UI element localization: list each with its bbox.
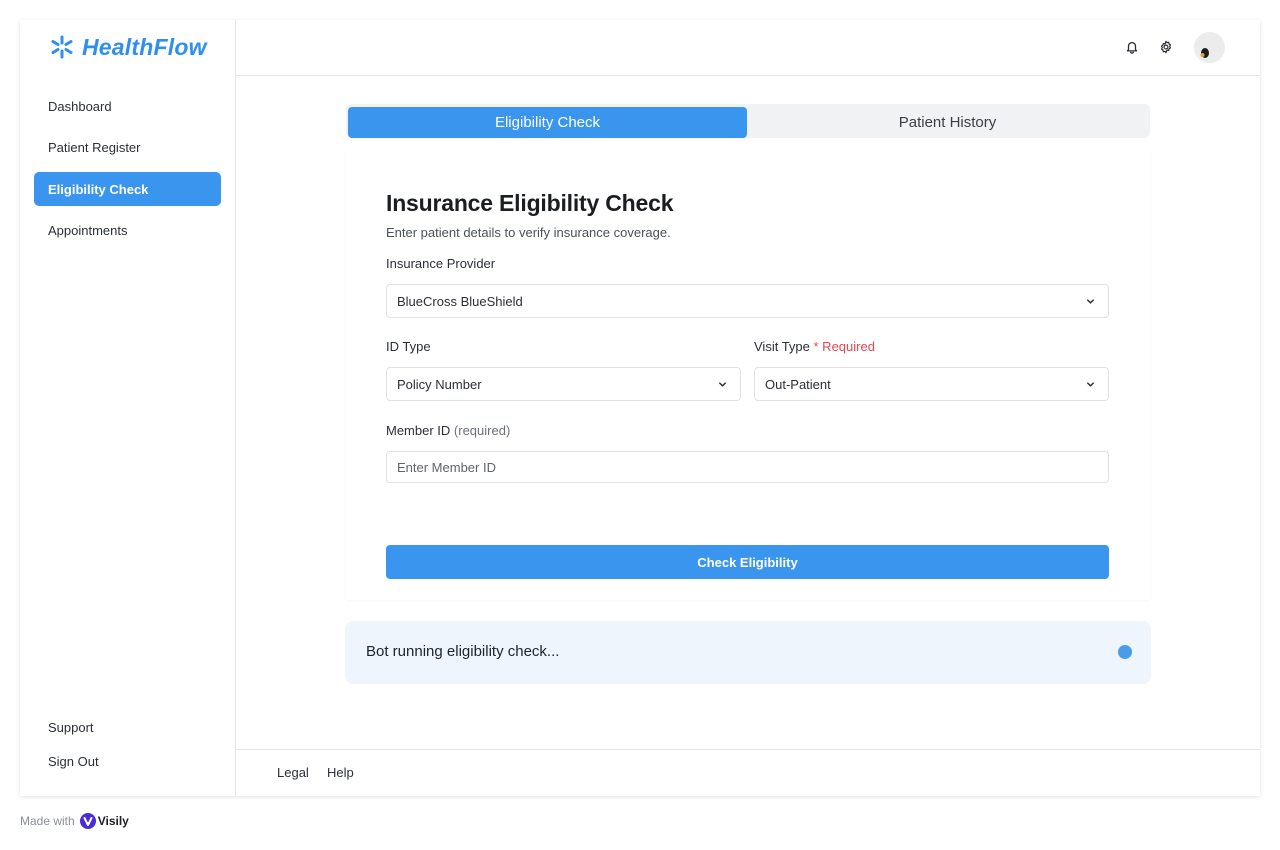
- insurance-provider-label: Insurance Provider: [386, 256, 496, 271]
- id-type-label: ID Type: [386, 339, 431, 354]
- made-with-badge[interactable]: Made with Visily: [20, 813, 129, 829]
- sign-out-link[interactable]: Sign Out: [48, 754, 99, 772]
- healthflow-logo-icon: [51, 35, 73, 59]
- visit-type-label-text: Visit Type: [754, 339, 810, 354]
- sidebar-nav: Dashboard Patient Register Eligibility C…: [34, 89, 221, 255]
- chevron-down-icon: [1087, 299, 1094, 304]
- app-window: HealthFlow Dashboard Patient Register El…: [20, 20, 1260, 796]
- visit-type-label: Visit Type * Required: [754, 339, 875, 354]
- made-with-text: Made with: [20, 814, 75, 828]
- tab-patient-history[interactable]: Patient History: [748, 107, 1147, 138]
- id-type-select[interactable]: Policy Number: [386, 367, 741, 401]
- bot-status-banner: Bot running eligibility check...: [345, 621, 1151, 684]
- member-id-label: Member ID (required): [386, 423, 510, 438]
- help-link[interactable]: Help: [327, 765, 354, 780]
- page-title: Insurance Eligibility Check: [386, 190, 674, 216]
- member-id-input[interactable]: [386, 451, 1109, 483]
- footer: Legal Help: [236, 749, 1260, 796]
- required-indicator: * Required: [813, 339, 875, 354]
- chevron-down-icon: [1087, 382, 1094, 387]
- sidebar-item-patient-register[interactable]: Patient Register: [34, 131, 221, 165]
- visily-brand-text: Visily: [97, 814, 129, 828]
- id-type-value: Policy Number: [397, 376, 482, 392]
- gear-icon[interactable]: [1157, 38, 1175, 56]
- chevron-down-icon: [719, 382, 726, 387]
- sidebar-item-eligibility-check[interactable]: Eligibility Check: [34, 172, 221, 206]
- legal-link[interactable]: Legal: [277, 765, 309, 780]
- tab-eligibility-check[interactable]: Eligibility Check: [348, 107, 747, 138]
- insurance-provider-select[interactable]: BlueCross BlueShield: [386, 284, 1109, 318]
- brand-name: HealthFlow: [82, 33, 207, 60]
- tab-bar: Eligibility Check Patient History: [346, 104, 1150, 138]
- top-header: [236, 20, 1260, 76]
- visily-logo-icon: [79, 813, 96, 829]
- logo[interactable]: HealthFlow: [50, 34, 207, 60]
- sidebar-item-appointments[interactable]: Appointments: [34, 214, 221, 248]
- member-id-label-text: Member ID: [386, 423, 451, 438]
- sidebar-bottom-links: Support Sign Out: [48, 720, 99, 788]
- visit-type-value: Out-Patient: [765, 376, 831, 392]
- insurance-provider-value: BlueCross BlueShield: [397, 293, 523, 309]
- sidebar-item-dashboard[interactable]: Dashboard: [34, 89, 221, 123]
- sidebar: HealthFlow Dashboard Patient Register El…: [20, 20, 236, 796]
- eligibility-form-card: Insurance Eligibility Check Enter patien…: [346, 148, 1150, 600]
- status-text: Bot running eligibility check...: [366, 643, 560, 660]
- bell-icon[interactable]: [1123, 38, 1141, 56]
- member-id-required-note: (required): [453, 423, 511, 438]
- visit-type-select[interactable]: Out-Patient: [754, 367, 1109, 401]
- support-link[interactable]: Support: [48, 720, 99, 738]
- loading-indicator: [1118, 645, 1132, 659]
- check-eligibility-button[interactable]: Check Eligibility: [386, 545, 1109, 579]
- page-subtitle: Enter patient details to verify insuranc…: [386, 225, 671, 240]
- user-avatar[interactable]: [1194, 32, 1225, 63]
